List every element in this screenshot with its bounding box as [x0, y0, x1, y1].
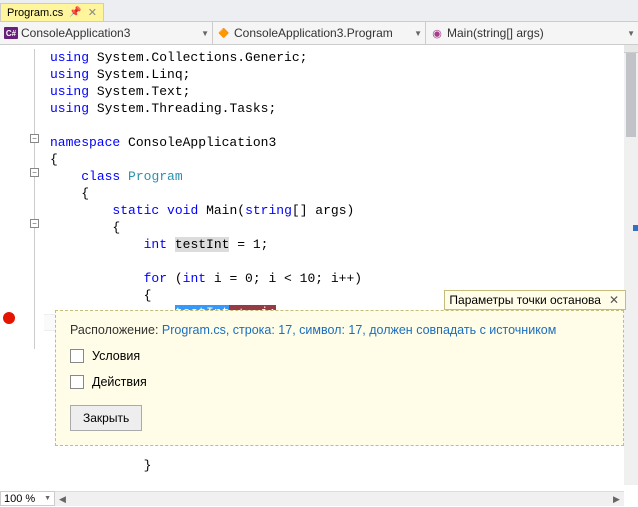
- scrollbar-thumb[interactable]: [626, 47, 636, 137]
- location-row: Расположение: Program.cs, строка: 17, си…: [70, 323, 609, 337]
- outline-toggle[interactable]: −: [30, 219, 39, 228]
- location-label: Расположение:: [70, 323, 162, 337]
- class-name: ConsoleApplication3.Program: [234, 26, 393, 40]
- conditions-label: Условия: [92, 349, 140, 363]
- csharp-icon: C#: [4, 27, 18, 39]
- project-name: ConsoleApplication3: [21, 26, 130, 40]
- close-button[interactable]: Закрыть: [70, 405, 142, 431]
- scroll-left-icon[interactable]: ◀: [55, 492, 70, 507]
- tab-label: Program.cs: [7, 7, 63, 19]
- breakpoint-settings-panel: Расположение: Program.cs, строка: 17, си…: [55, 310, 624, 446]
- conditions-checkbox[interactable]: [70, 349, 84, 363]
- close-icon[interactable]: ✕: [88, 6, 97, 19]
- breakpoint-icon[interactable]: [3, 312, 15, 324]
- actions-row[interactable]: Действия: [70, 375, 609, 389]
- breakpoint-tooltip: Параметры точки останова ✕: [444, 290, 626, 310]
- class-icon: 🔶: [217, 27, 231, 39]
- horizontal-scrollbar[interactable]: ◀ ▶: [55, 491, 624, 506]
- caret-indicator: [633, 225, 638, 231]
- project-dropdown[interactable]: C# ConsoleApplication3 ▼: [0, 22, 213, 44]
- file-tab[interactable]: Program.cs 📌 ✕: [0, 3, 104, 21]
- zoom-dropdown[interactable]: 100 % ▼: [0, 491, 55, 506]
- method-dropdown[interactable]: ◉ Main(string[] args) ▼: [426, 22, 638, 44]
- scroll-right-icon[interactable]: ▶: [609, 492, 624, 507]
- vertical-scrollbar[interactable]: [624, 45, 638, 485]
- navigation-bar: C# ConsoleApplication3 ▼ 🔶 ConsoleApplic…: [0, 22, 638, 45]
- close-icon[interactable]: ✕: [607, 293, 621, 307]
- actions-label: Действия: [92, 375, 147, 389]
- actions-checkbox[interactable]: [70, 375, 84, 389]
- outline-column: − − −: [30, 45, 44, 485]
- outline-toggle[interactable]: −: [30, 168, 39, 177]
- method-icon: ◉: [430, 27, 444, 39]
- chevron-down-icon: ▼: [414, 29, 422, 38]
- conditions-row[interactable]: Условия: [70, 349, 609, 363]
- editor-gutter[interactable]: − − −: [0, 45, 44, 485]
- chevron-down-icon: ▼: [44, 495, 51, 502]
- split-handle[interactable]: [624, 45, 638, 53]
- method-name: Main(string[] args): [447, 26, 544, 40]
- class-dropdown[interactable]: 🔶 ConsoleApplication3.Program ▼: [213, 22, 426, 44]
- zoom-value: 100 %: [4, 493, 35, 505]
- chevron-down-icon: ▼: [201, 29, 209, 38]
- location-link[interactable]: Program.cs, строка: 17, символ: 17, долж…: [162, 323, 556, 337]
- outline-toggle[interactable]: −: [30, 134, 39, 143]
- tooltip-title: Параметры точки останова: [449, 293, 601, 307]
- outline-line: [34, 49, 35, 349]
- pin-icon[interactable]: 📌: [69, 7, 81, 18]
- chevron-down-icon: ▼: [627, 29, 635, 38]
- tab-strip: Program.cs 📌 ✕: [0, 0, 638, 22]
